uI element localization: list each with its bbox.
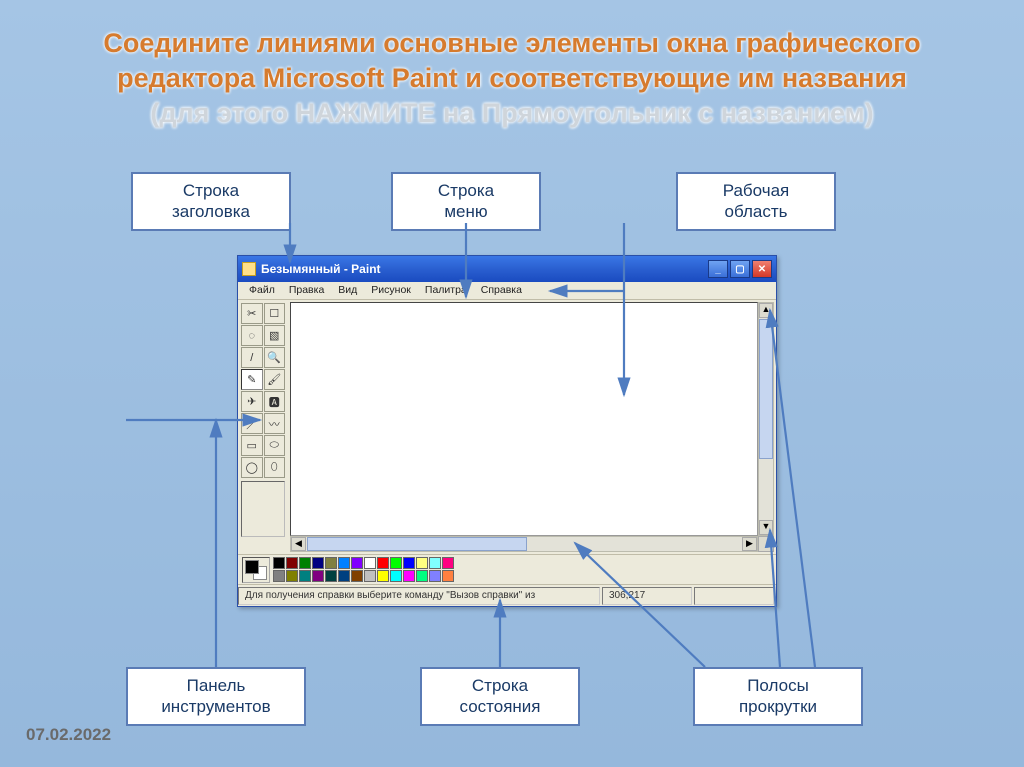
tool-button[interactable]: ▧ bbox=[264, 325, 286, 346]
tool-button[interactable]: ☐ bbox=[264, 303, 286, 324]
menu-edit[interactable]: Правка bbox=[282, 282, 331, 299]
color-swatch[interactable] bbox=[429, 570, 441, 582]
hscroll-thumb[interactable] bbox=[307, 537, 527, 551]
color-swatch[interactable] bbox=[325, 570, 337, 582]
canvas[interactable] bbox=[290, 302, 758, 536]
tool-button[interactable]: 🔍 bbox=[264, 347, 286, 368]
tool-options bbox=[241, 481, 285, 537]
color-palette[interactable] bbox=[273, 557, 454, 582]
color-swatch[interactable] bbox=[351, 557, 363, 569]
vertical-scrollbar[interactable]: ▲ ▼ bbox=[758, 302, 774, 536]
color-swatch[interactable] bbox=[416, 557, 428, 569]
color-swatch[interactable] bbox=[429, 557, 441, 569]
toolbox[interactable]: ✂☐◌▧/🔍✎🖌✈🅰／〰▭⬭◯⬯ bbox=[238, 300, 288, 554]
window-title: Безымянный - Paint bbox=[261, 262, 381, 276]
menu-view[interactable]: Вид bbox=[331, 282, 364, 299]
tool-button[interactable]: ▭ bbox=[241, 435, 263, 456]
color-swatch[interactable] bbox=[286, 570, 298, 582]
color-palette-row bbox=[238, 554, 776, 584]
paint-window: Безымянный - Paint _ ▢ ✕ Файл Правка Вид… bbox=[237, 255, 777, 607]
tool-button[interactable]: ⬯ bbox=[264, 457, 286, 478]
window-controls: _ ▢ ✕ bbox=[708, 260, 772, 278]
menu-image[interactable]: Рисунок bbox=[364, 282, 418, 299]
color-swatch[interactable] bbox=[299, 557, 311, 569]
label-statusbar[interactable]: Строкасостояния bbox=[420, 667, 580, 726]
color-swatch[interactable] bbox=[273, 557, 285, 569]
status-empty bbox=[694, 587, 774, 605]
label-toolbox[interactable]: Панельинструментов bbox=[126, 667, 306, 726]
color-swatch[interactable] bbox=[403, 570, 415, 582]
exercise-title: Соедините линиями основные элементы окна… bbox=[0, 0, 1024, 131]
label-menubar[interactable]: Строкаменю bbox=[391, 172, 541, 231]
tool-button[interactable]: ✎ bbox=[241, 369, 263, 390]
title-main: Соедините линиями основные элементы окна… bbox=[103, 28, 920, 93]
color-swatch[interactable] bbox=[325, 557, 337, 569]
color-swatch[interactable] bbox=[403, 557, 415, 569]
label-scrollbars[interactable]: Полосыпрокрутки bbox=[693, 667, 863, 726]
color-swatch[interactable] bbox=[351, 570, 363, 582]
title-sub: (для этого НАЖМИТЕ на Прямоугольник с на… bbox=[150, 98, 873, 128]
color-swatch[interactable] bbox=[390, 570, 402, 582]
color-swatch[interactable] bbox=[312, 557, 324, 569]
menu-help[interactable]: Справка bbox=[474, 282, 529, 299]
color-swatch[interactable] bbox=[377, 557, 389, 569]
scroll-up-button[interactable]: ▲ bbox=[759, 303, 773, 318]
color-swatch[interactable] bbox=[338, 570, 350, 582]
tool-button[interactable]: 🅰 bbox=[264, 391, 286, 412]
status-text: Для получения справки выберите команду "… bbox=[238, 587, 600, 605]
close-button[interactable]: ✕ bbox=[752, 260, 772, 278]
titlebar: Безымянный - Paint _ ▢ ✕ bbox=[238, 256, 776, 282]
scroll-right-button[interactable]: ▶ bbox=[742, 537, 757, 551]
maximize-button[interactable]: ▢ bbox=[730, 260, 750, 278]
color-swatch[interactable] bbox=[299, 570, 311, 582]
color-swatch[interactable] bbox=[364, 557, 376, 569]
color-swatch[interactable] bbox=[273, 570, 285, 582]
minimize-button[interactable]: _ bbox=[708, 260, 728, 278]
tool-button[interactable]: / bbox=[241, 347, 263, 368]
slide-date: 07.02.2022 bbox=[26, 725, 111, 745]
tool-button[interactable]: ✈ bbox=[241, 391, 263, 412]
horizontal-scrollbar[interactable]: ◀ ▶ bbox=[290, 536, 758, 552]
color-swatch[interactable] bbox=[338, 557, 350, 569]
current-colors[interactable] bbox=[242, 557, 270, 583]
tool-button[interactable]: ✂ bbox=[241, 303, 263, 324]
label-workarea[interactable]: Рабочаяобласть bbox=[676, 172, 836, 231]
tool-button[interactable]: 🖌 bbox=[264, 369, 286, 390]
tool-button[interactable]: 〰 bbox=[264, 413, 286, 434]
tool-button[interactable]: ／ bbox=[241, 413, 263, 434]
menu-bar[interactable]: Файл Правка Вид Рисунок Палитра Справка bbox=[238, 282, 776, 300]
tool-button[interactable]: ⬭ bbox=[264, 435, 286, 456]
fg-color bbox=[245, 560, 259, 574]
status-coords: 306,217 bbox=[602, 587, 692, 605]
color-swatch[interactable] bbox=[442, 570, 454, 582]
menu-palette[interactable]: Палитра bbox=[418, 282, 474, 299]
app-icon bbox=[242, 262, 256, 276]
tool-button[interactable]: ◯ bbox=[241, 457, 263, 478]
scroll-corner bbox=[758, 536, 774, 552]
color-swatch[interactable] bbox=[377, 570, 389, 582]
menu-file[interactable]: Файл bbox=[242, 282, 282, 299]
color-swatch[interactable] bbox=[286, 557, 298, 569]
status-bar: Для получения справки выберите команду "… bbox=[238, 584, 776, 606]
color-swatch[interactable] bbox=[390, 557, 402, 569]
label-titlebar[interactable]: Строказаголовка bbox=[131, 172, 291, 231]
color-swatch[interactable] bbox=[416, 570, 428, 582]
scroll-left-button[interactable]: ◀ bbox=[291, 537, 306, 551]
canvas-area: ▲ ▼ ◀ ▶ bbox=[288, 300, 776, 554]
color-swatch[interactable] bbox=[312, 570, 324, 582]
color-swatch[interactable] bbox=[364, 570, 376, 582]
scroll-down-button[interactable]: ▼ bbox=[759, 520, 773, 535]
vscroll-thumb[interactable] bbox=[759, 319, 773, 459]
tool-button[interactable]: ◌ bbox=[241, 325, 263, 346]
color-swatch[interactable] bbox=[442, 557, 454, 569]
